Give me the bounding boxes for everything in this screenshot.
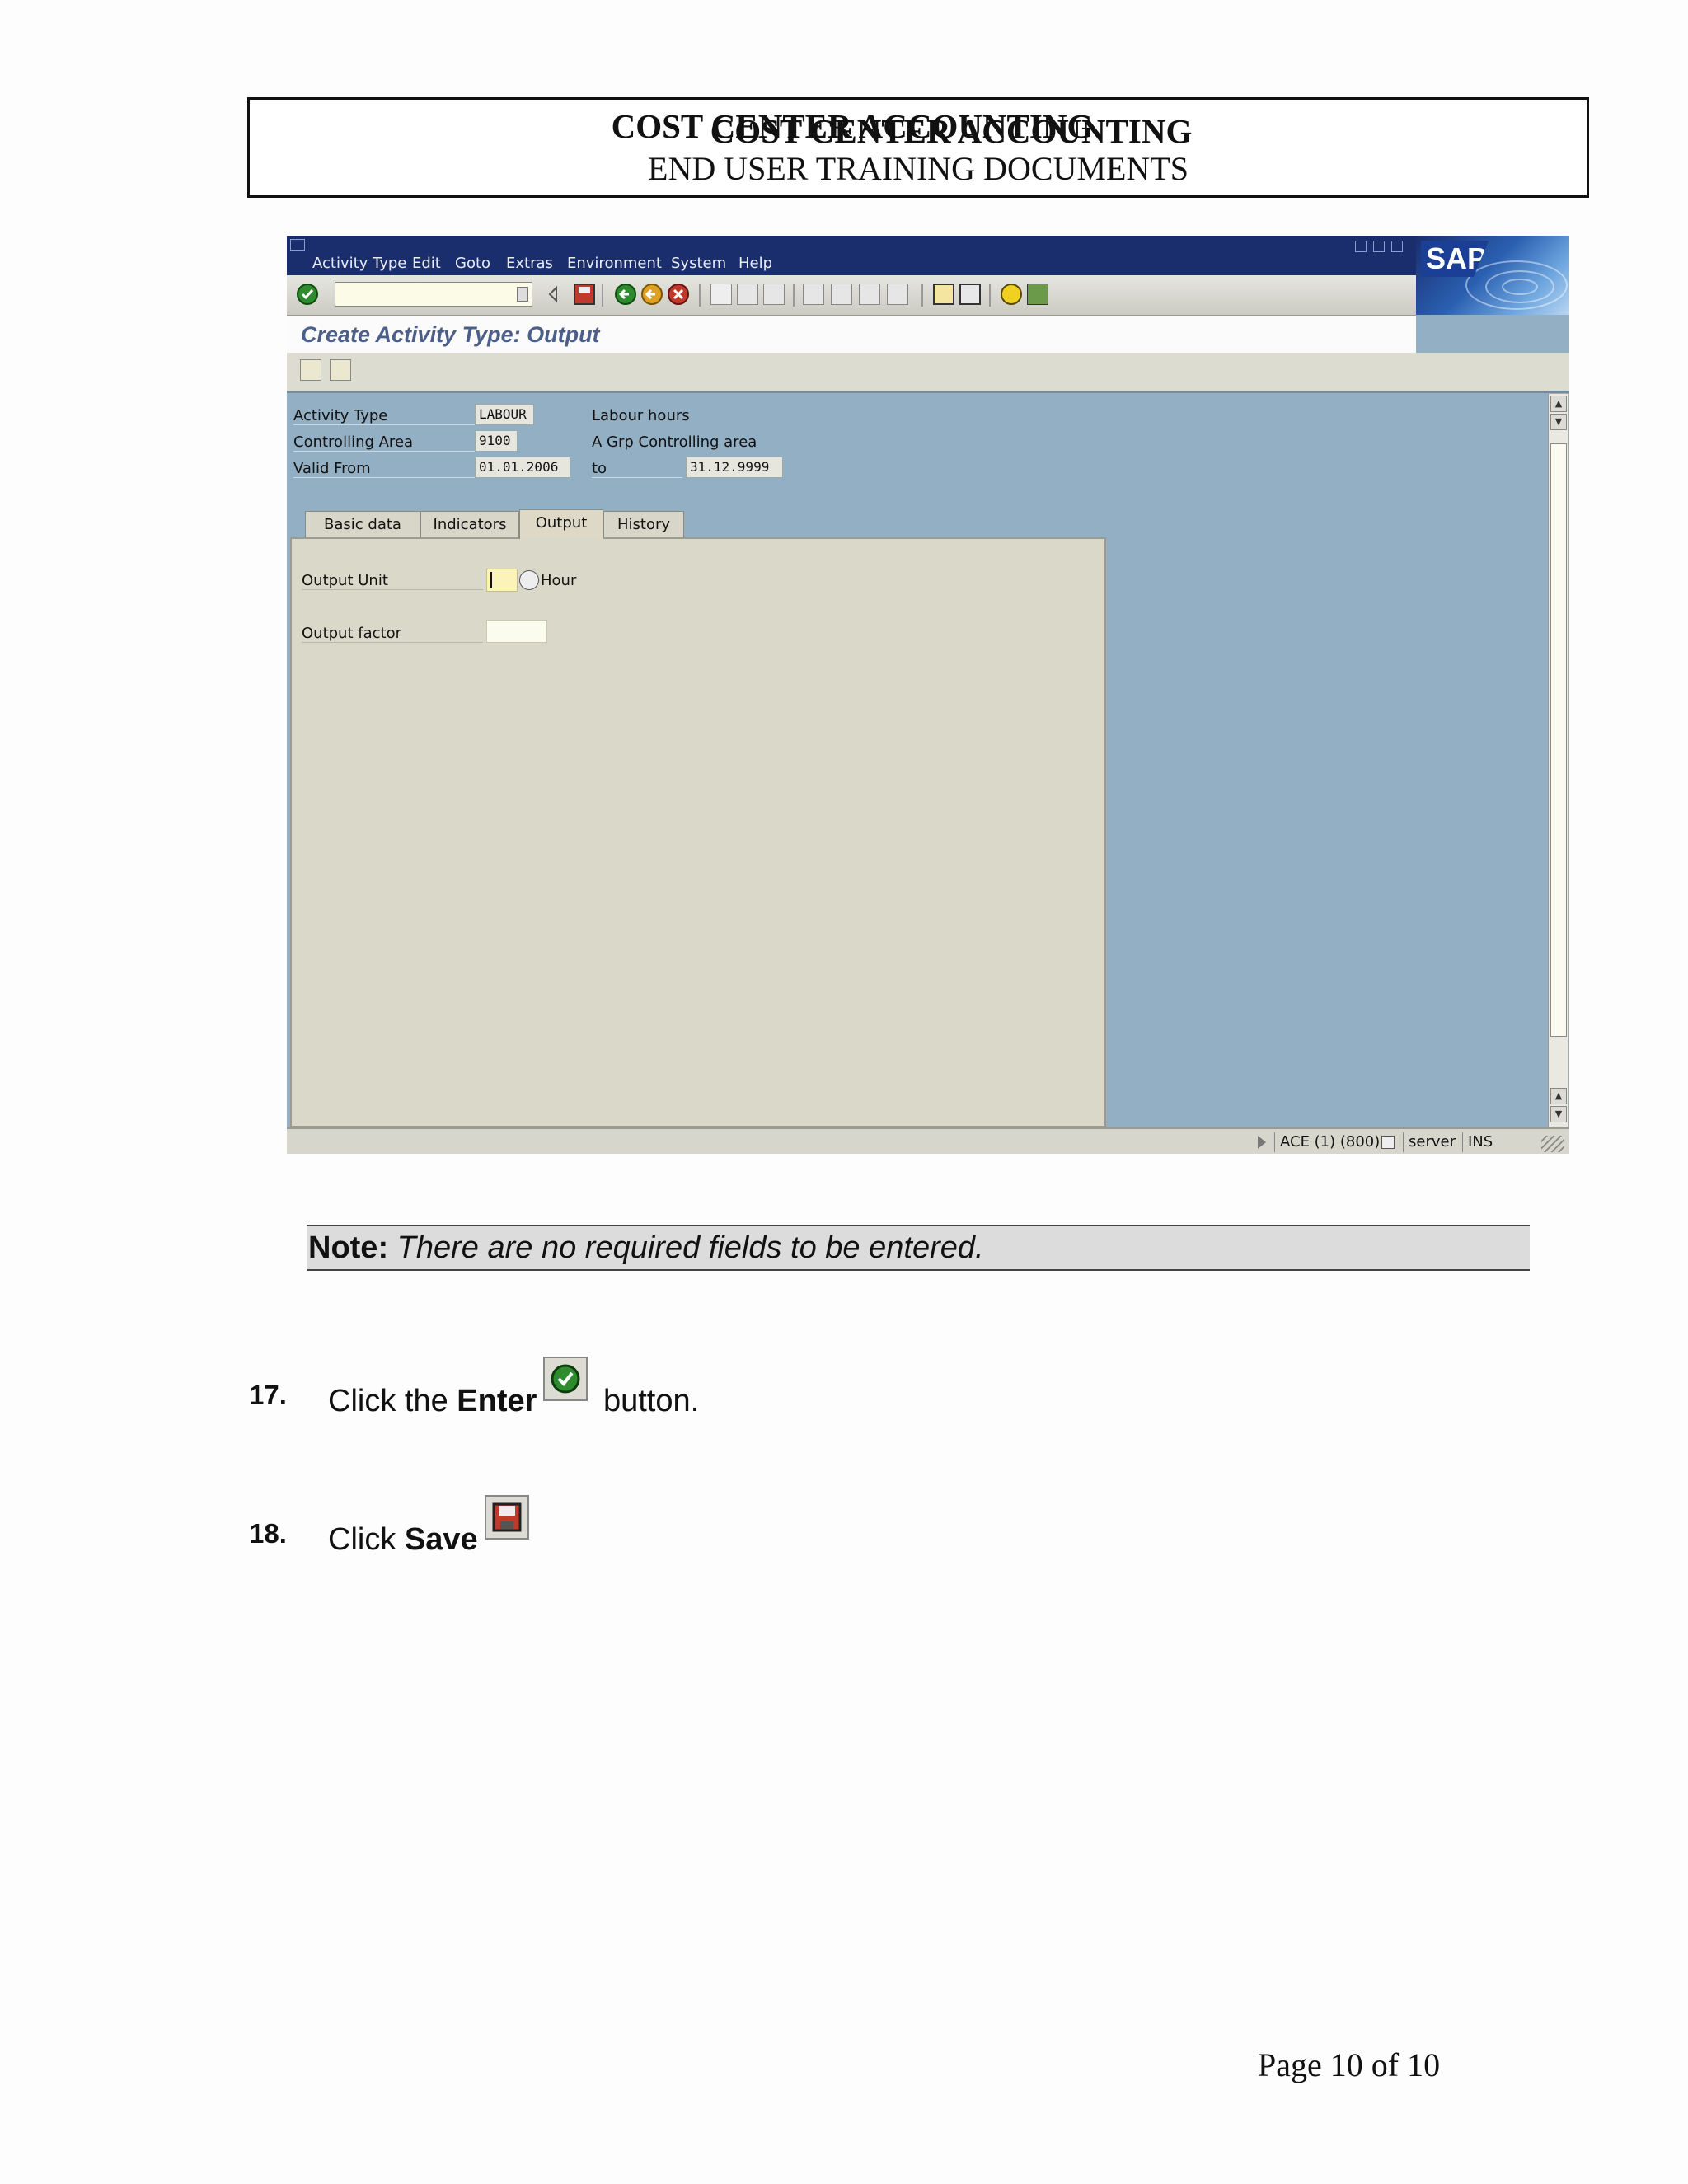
menu-edit[interactable]: Edit <box>412 255 441 272</box>
menu-system[interactable]: System <box>671 255 726 272</box>
minimize-icon[interactable] <box>1355 241 1367 252</box>
help-icon[interactable] <box>1001 284 1022 305</box>
output-factor-input[interactable] <box>486 620 547 643</box>
other-activity-type-icon[interactable] <box>300 359 321 381</box>
application-toolbar <box>287 353 1569 393</box>
sap-menubar: Activity Type Edit Goto Extras Environme… <box>287 236 1569 275</box>
step-prefix: Click <box>328 1522 405 1557</box>
save-floppy-icon <box>484 1495 529 1540</box>
back-icon[interactable] <box>615 284 636 305</box>
output-factor-label: Output factor <box>302 625 483 643</box>
scroll-bottom-icon[interactable]: ▼ <box>1550 1106 1567 1122</box>
menu-help[interactable]: Help <box>738 255 772 272</box>
screen-title: Create Activity Type: Output <box>301 322 600 347</box>
display-activity-type-icon[interactable] <box>330 359 351 381</box>
output-unit-input[interactable] <box>486 569 518 592</box>
sap-logo: SAP <box>1416 236 1569 315</box>
toolbar-separator <box>699 284 701 307</box>
system-menu-icon[interactable] <box>290 239 305 251</box>
menu-environment[interactable]: Environment <box>567 255 662 272</box>
print-icon[interactable] <box>710 284 732 305</box>
scroll-thumb[interactable] <box>1550 443 1567 1037</box>
tab-basic-data[interactable]: Basic data <box>305 511 420 537</box>
activity-type-description: Labour hours <box>592 407 690 424</box>
shortcut-icon[interactable] <box>959 284 981 305</box>
system-info-icon[interactable] <box>1381 1136 1395 1149</box>
text-cursor <box>490 572 492 588</box>
step-text: Click Save <box>328 1495 536 1558</box>
last-page-icon[interactable] <box>887 284 908 305</box>
step-bold: Enter <box>457 1384 537 1418</box>
scroll-up-icon[interactable]: ▼ <box>1550 414 1567 430</box>
output-unit-label: Output Unit <box>302 572 483 590</box>
status-bar: ACE (1) (800) server INS <box>287 1127 1569 1154</box>
controlling-area-value: 9100 <box>475 430 518 452</box>
first-page-icon[interactable] <box>803 284 824 305</box>
valid-from-label: Valid From <box>293 460 475 478</box>
layout-menu-icon[interactable] <box>1027 284 1048 305</box>
cancel-icon[interactable] <box>668 284 689 305</box>
activity-type-value: LABOUR <box>475 404 534 425</box>
activity-type-label: Activity Type <box>293 407 475 425</box>
find-icon[interactable] <box>737 284 758 305</box>
page-number: Page 10 of 10 <box>1258 2046 1441 2083</box>
command-field[interactable] <box>335 282 532 307</box>
close-icon[interactable] <box>1391 241 1403 252</box>
status-expand-icon[interactable] <box>1258 1136 1266 1149</box>
step-suffix: button. <box>594 1384 700 1418</box>
sap-window: Activity Type Edit Goto Extras Environme… <box>287 236 1569 1154</box>
menu-activity-type[interactable]: Activity Type <box>312 255 406 272</box>
menu-extras[interactable]: Extras <box>506 255 553 272</box>
step-text: Click the Enter button. <box>328 1357 700 1419</box>
exit-icon[interactable] <box>641 284 663 305</box>
controlling-area-description: A Grp Controlling area <box>592 434 757 451</box>
note-label: Note: <box>308 1230 389 1265</box>
step-number: 17. <box>249 1380 287 1410</box>
output-tab-panel: Output Unit Hour Output factor <box>290 537 1106 1127</box>
step-bold: Save <box>404 1522 478 1557</box>
valid-from-value: 01.01.2006 <box>475 457 570 478</box>
output-unit-text: Hour <box>541 572 577 589</box>
step-prefix: Click the <box>328 1384 457 1418</box>
toolbar-separator <box>921 284 923 307</box>
create-session-icon[interactable] <box>933 284 954 305</box>
command-history-dropdown-icon[interactable] <box>517 287 528 302</box>
status-server: server <box>1403 1132 1461 1152</box>
valid-to-label: to <box>592 460 682 478</box>
back-arrow-icon[interactable] <box>546 284 560 305</box>
toolbar-separator <box>602 284 603 307</box>
document-header: COST CENTER ACCOUNTING COST CENTER ACCOU… <box>247 97 1589 198</box>
tab-history[interactable]: History <box>603 511 684 537</box>
status-mode: INS <box>1462 1132 1498 1152</box>
next-page-icon[interactable] <box>859 284 880 305</box>
tab-indicators[interactable]: Indicators <box>420 511 519 537</box>
matchcode-search-icon[interactable] <box>519 570 539 590</box>
enter-checkmark-icon <box>543 1357 588 1401</box>
scroll-down-icon[interactable]: ▲ <box>1550 1088 1567 1104</box>
standard-toolbar <box>287 275 1416 316</box>
note-box: Note: There are no required fields to be… <box>307 1225 1530 1271</box>
toolbar-separator <box>793 284 795 307</box>
save-floppy-icon[interactable] <box>574 284 595 305</box>
toolbar-separator <box>989 284 991 307</box>
valid-to-value: 31.12.9999 <box>686 457 783 478</box>
vertical-scrollbar[interactable]: ▲ ▼ ▲ ▼ <box>1548 394 1568 1127</box>
logo-ripple-icon <box>1502 279 1538 295</box>
enter-checkmark-icon[interactable] <box>297 284 318 305</box>
find-next-icon[interactable] <box>763 284 785 305</box>
scroll-top-icon[interactable]: ▲ <box>1550 396 1567 412</box>
controlling-area-label: Controlling Area <box>293 434 475 452</box>
menu-goto[interactable]: Goto <box>455 255 490 272</box>
tab-output[interactable]: Output <box>519 509 603 539</box>
note-text: There are no required fields to be enter… <box>396 1230 984 1265</box>
screen-title-bar: Create Activity Type: Output <box>287 316 1416 353</box>
resize-grip-icon[interactable] <box>1541 1136 1564 1152</box>
document-subtitle: END USER TRAINING DOCUMENTS <box>648 150 1189 187</box>
step-number: 18. <box>249 1518 287 1549</box>
maximize-icon[interactable] <box>1373 241 1385 252</box>
previous-page-icon[interactable] <box>831 284 852 305</box>
status-system: ACE (1) (800) <box>1274 1132 1385 1152</box>
document-title: COST CENTER ACCOUNTING <box>611 107 1094 145</box>
floppy-label <box>579 287 590 293</box>
